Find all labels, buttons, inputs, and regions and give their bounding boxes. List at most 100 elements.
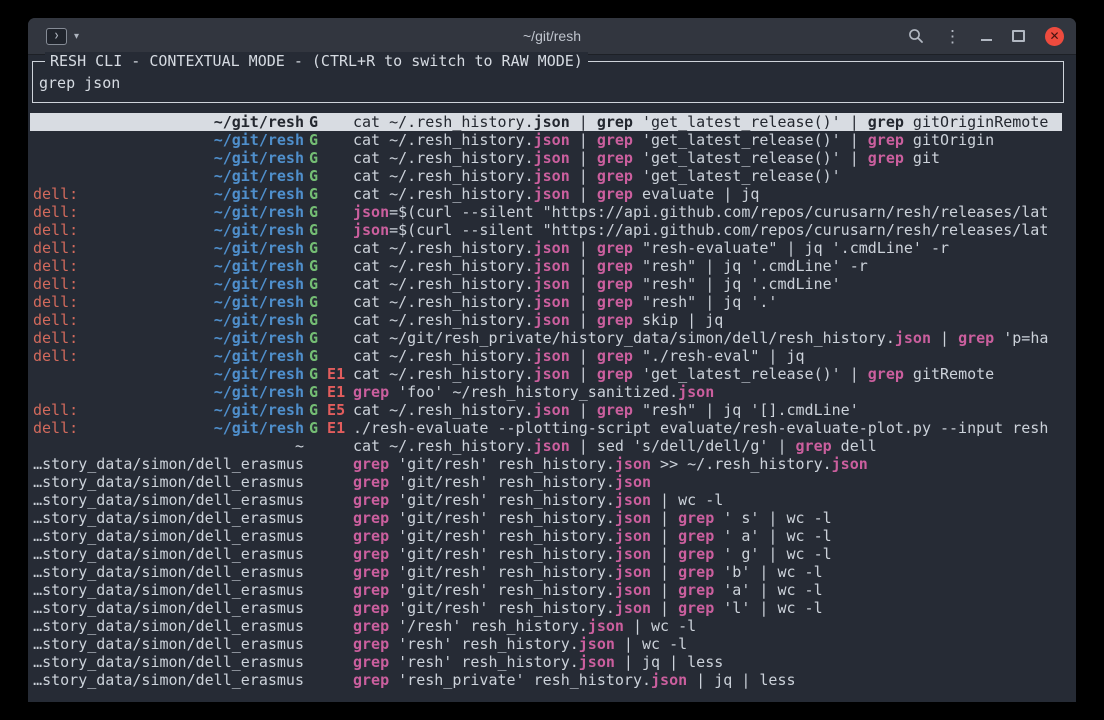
command-fragment: cat ~/.resh_history. xyxy=(353,131,534,149)
history-row[interactable]: ~cat ~/.resh_history.json | sed 's/dell/… xyxy=(30,437,1062,455)
path-label: ~/git/resh xyxy=(214,131,304,149)
history-row[interactable]: dell:~/git/resh Gjson=$(curl --silent "ht… xyxy=(30,203,1062,221)
command-fragment: | xyxy=(570,365,597,383)
history-row[interactable]: dell:~/git/reshGcat ~/.resh_history.json… xyxy=(30,275,1062,293)
history-row-selected[interactable]: ~/git/reshGcat ~/.resh_history.json | gr… xyxy=(30,113,1062,131)
match-highlight: grep xyxy=(353,473,389,491)
host-path-column: …story_data/simon/dell_erasmus xyxy=(33,455,304,473)
minimize-icon xyxy=(981,39,992,41)
history-row[interactable]: ~/git/reshGcat ~/.resh_history.json | gr… xyxy=(30,167,1062,185)
flag-badge: G xyxy=(309,293,318,311)
command-fragment: cat ~/.resh_history. xyxy=(353,239,534,257)
close-icon: ✕ xyxy=(1049,27,1059,46)
command-text: cat ~/.resh_history.json | grep "./resh-… xyxy=(353,347,1062,365)
command-text: cat ~/.resh_history.json | grep skip | j… xyxy=(353,311,1062,329)
path-label: …story_data/simon/dell_erasmus xyxy=(33,455,304,473)
command-fragment: cat ~/.resh_history. xyxy=(353,437,534,455)
match-highlight: grep xyxy=(678,545,714,563)
history-row[interactable]: dell:~/git/reshGcat ~/.resh_history.json… xyxy=(30,257,1062,275)
match-highlight: grep xyxy=(868,149,904,167)
history-row[interactable]: ~/git/reshG E1grep 'foo' ~/resh_history_… xyxy=(30,383,1062,401)
match-highlight: json xyxy=(353,203,389,221)
history-row[interactable]: dell:~/git/reshGcat ~/.resh_history.json… xyxy=(30,239,1062,257)
command-text: grep 'git/resh' resh_history.json | grep… xyxy=(353,545,1062,563)
path-label: ~/git/resh xyxy=(214,401,304,419)
history-row[interactable]: ~/git/reshG E1cat ~/.resh_history.json |… xyxy=(30,365,1062,383)
command-fragment: | wc -l xyxy=(651,491,723,509)
menu-button[interactable]: ⋮ xyxy=(944,28,961,45)
command-text: cat ~/.resh_history.json | grep 'get_lat… xyxy=(353,167,1062,185)
titlebar: ❯ ▾ ~/git/resh ⋮ xyxy=(28,18,1076,55)
host-path-column: dell:~/git/resh xyxy=(33,203,304,221)
history-row[interactable]: dell:~/git/reshGcat ~/git/resh_private/h… xyxy=(30,329,1062,347)
flag-badge: G xyxy=(309,383,318,401)
command-fragment: 'b' | wc -l xyxy=(714,563,822,581)
history-row[interactable]: …story_data/simon/dell_erasmusgrep '/res… xyxy=(30,617,1062,635)
history-row[interactable]: dell:~/git/reshGcat ~/.resh_history.json… xyxy=(30,185,1062,203)
path-label: ~/git/resh xyxy=(214,347,304,365)
path-label: …story_data/simon/dell_erasmus xyxy=(33,491,304,509)
restore-button[interactable] xyxy=(1012,30,1025,42)
new-terminal-button[interactable]: ❯ ▾ xyxy=(42,26,83,47)
history-row[interactable]: dell:~/git/reshGcat ~/.resh_history.json… xyxy=(30,311,1062,329)
flag-badge: E1 xyxy=(318,419,345,437)
match-highlight: json xyxy=(534,365,570,383)
flag-badge: G xyxy=(309,149,318,167)
flag-badge: G xyxy=(309,329,318,347)
history-row[interactable]: …story_data/simon/dell_erasmusgrep 'resh… xyxy=(30,635,1062,653)
match-highlight: json xyxy=(534,437,570,455)
history-row[interactable]: …story_data/simon/dell_erasmusgrep 'git/… xyxy=(30,599,1062,617)
match-highlight: grep xyxy=(597,149,633,167)
flag-badge: G xyxy=(309,347,318,365)
history-row[interactable]: …story_data/simon/dell_erasmusgrep 'git/… xyxy=(30,563,1062,581)
host-path-column: …story_data/simon/dell_erasmus xyxy=(33,617,304,635)
minimize-button[interactable] xyxy=(981,31,992,41)
history-row[interactable]: …story_data/simon/dell_erasmusgrep 'git/… xyxy=(30,581,1062,599)
command-fragment: =$(curl --silent "https://api.github.com… xyxy=(389,221,1048,239)
history-row[interactable]: …story_data/simon/dell_erasmusgrep 'git/… xyxy=(30,509,1062,527)
flags-column xyxy=(304,455,353,473)
command-fragment: 'resh' resh_history. xyxy=(389,653,579,671)
match-highlight: json xyxy=(534,131,570,149)
path-label: ~/git/resh xyxy=(214,221,304,239)
host-path-column: ~/git/resh xyxy=(33,167,304,185)
history-row[interactable]: …story_data/simon/dell_erasmusgrep 'resh… xyxy=(30,653,1062,671)
history-row[interactable]: dell:~/git/reshGcat ~/.resh_history.json… xyxy=(30,293,1062,311)
flags-column xyxy=(304,617,353,635)
flags-column: G xyxy=(304,311,353,329)
history-row[interactable]: …story_data/simon/dell_erasmusgrep 'git/… xyxy=(30,455,1062,473)
match-highlight: grep xyxy=(678,563,714,581)
command-text: grep 'git/resh' resh_history.json xyxy=(353,473,1062,491)
history-row[interactable]: ~/git/reshGcat ~/.resh_history.json | gr… xyxy=(30,131,1062,149)
resh-cli-panel: RESH CLI - CONTEXTUAL MODE - (CTRL+R to … xyxy=(32,61,1064,103)
flag-badge: G xyxy=(309,203,318,221)
match-highlight: grep xyxy=(597,347,633,365)
history-row[interactable]: …story_data/simon/dell_erasmusgrep 'resh… xyxy=(30,671,1062,689)
match-highlight: grep xyxy=(678,509,714,527)
history-row[interactable]: dell:~/git/reshGcat ~/.resh_history.json… xyxy=(30,347,1062,365)
history-row[interactable]: …story_data/simon/dell_erasmusgrep 'git/… xyxy=(30,527,1062,545)
history-row[interactable]: dell:~/git/reshG E5cat ~/.resh_history.j… xyxy=(30,401,1062,419)
close-button[interactable]: ✕ xyxy=(1045,27,1064,46)
flags-column: G xyxy=(304,203,353,221)
history-row[interactable]: dell:~/git/reshG E1./resh-evaluate --plo… xyxy=(30,419,1062,437)
command-fragment: 'git/resh' resh_history. xyxy=(389,545,615,563)
command-fragment: | xyxy=(651,527,678,545)
history-row[interactable]: dell:~/git/reshGjson=$(curl --silent "ht… xyxy=(30,221,1062,239)
host-path-column: dell:~/git/resh xyxy=(33,329,304,347)
match-highlight: grep xyxy=(597,131,633,149)
history-row[interactable]: …story_data/simon/dell_erasmusgrep 'git/… xyxy=(30,545,1062,563)
match-highlight: json xyxy=(895,329,931,347)
command-fragment: =$(curl --silent "https://api.github.com… xyxy=(389,203,1048,221)
command-fragment: | xyxy=(570,149,597,167)
history-row[interactable]: …story_data/simon/dell_erasmusgrep 'git/… xyxy=(30,491,1062,509)
history-row[interactable]: …story_data/simon/dell_erasmusgrep 'git/… xyxy=(30,473,1062,491)
path-label: …story_data/simon/dell_erasmus xyxy=(33,563,304,581)
match-highlight: json xyxy=(579,653,615,671)
history-row[interactable]: ~/git/reshGcat ~/.resh_history.json | gr… xyxy=(30,149,1062,167)
search-button[interactable] xyxy=(908,28,924,44)
host-label: dell: xyxy=(33,275,78,293)
match-highlight: grep xyxy=(597,167,633,185)
flags-column xyxy=(304,545,353,563)
command-text: grep 'git/resh' resh_history.json | grep… xyxy=(353,527,1062,545)
